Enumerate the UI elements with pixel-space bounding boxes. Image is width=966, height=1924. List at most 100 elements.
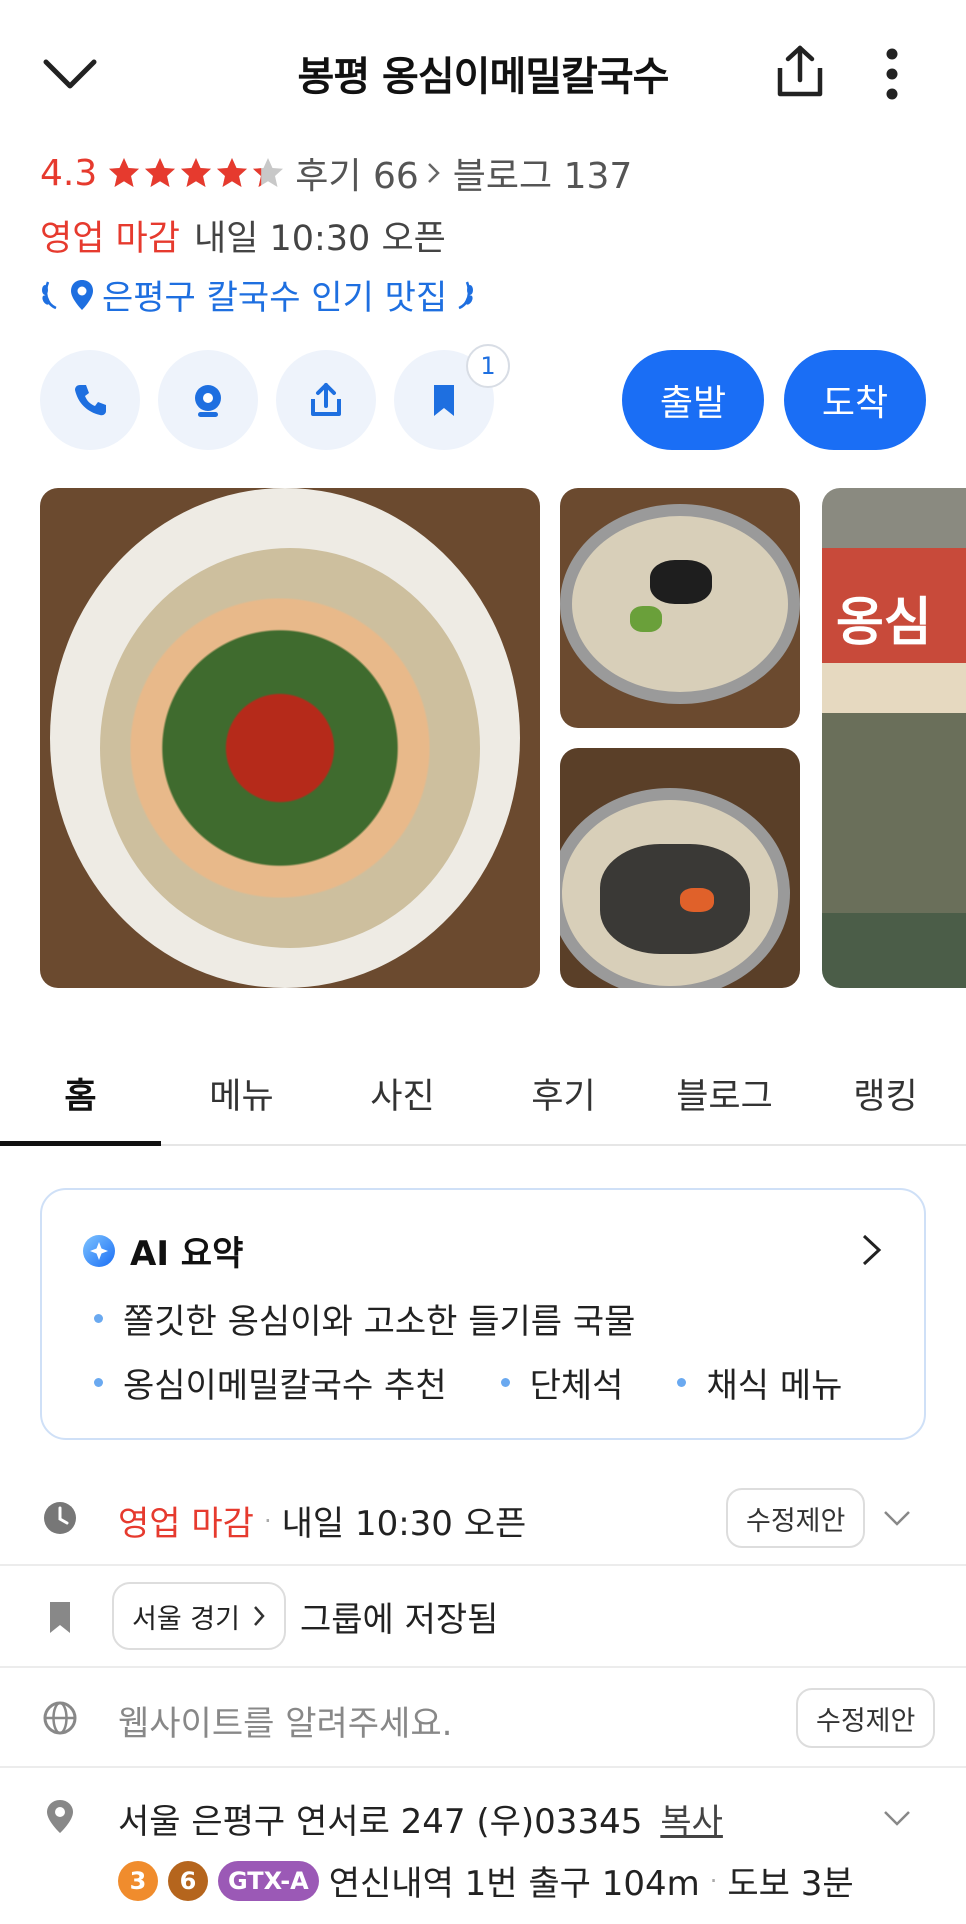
suggest-edit-button[interactable]: 수정제안 [726, 1488, 866, 1548]
ai-sparkle-icon [83, 1234, 115, 1267]
copy-address-link[interactable]: 복사 [660, 1794, 723, 1843]
group-saved-text: 그룹에 저장됨 [299, 1599, 499, 1640]
chevron-right-icon [427, 163, 440, 183]
star-icon [253, 158, 284, 187]
blog-link[interactable]: 블로그 137 [453, 147, 633, 199]
address-line: 서울 은평구 연서로 247 (우)03345 복사 [118, 1794, 723, 1843]
share-icon[interactable] [770, 42, 830, 102]
share-place-button[interactable] [276, 350, 376, 450]
hours-status: 영업 마감 [118, 1504, 254, 1544]
address-row[interactable]: 서울 은평구 연서로 247 (우)03345 복사 3 6 GTX-A 연신내… [0, 1768, 966, 1924]
seaweed-topping [600, 844, 750, 954]
transit-line: 3 6 GTX-A 연신내역 1번 출구 104m · 도보 3분 [118, 1856, 854, 1905]
phone-icon [75, 385, 106, 416]
soup-bowl [560, 504, 800, 704]
bullet-dot [94, 1314, 103, 1323]
toppings-shape [130, 598, 430, 898]
ai-summary-card[interactable]: AI 요약 쫄깃한 옹심이와 고소한 들기름 국물 옹심이메밀칼국수 추천 단체… [40, 1188, 926, 1440]
hours-next: 내일 10:30 오픈 [281, 1504, 527, 1544]
group-chip-label: 서울 경기 [132, 1603, 240, 1635]
hours-detail: 영업 마감 · 내일 10:30 오픈 [118, 1496, 526, 1545]
chevron-down-icon[interactable] [882, 1808, 912, 1828]
more-vertical-icon[interactable] [872, 46, 912, 102]
bullet-dot [94, 1378, 103, 1387]
ai-bullets-line-1: 쫄깃한 옹심이와 고소한 들기름 국물 [94, 1294, 689, 1343]
bullet-dot [500, 1378, 510, 1387]
ai-bullet: 단체석 [500, 1358, 624, 1407]
separator-dot: · [263, 1506, 272, 1535]
saved-group-row: 서울 경기 그룹에 저장됨 [0, 1566, 966, 1668]
reviews-link[interactable]: 후기 66 [295, 147, 443, 199]
ai-bullet-text: 단체석 [529, 1366, 624, 1406]
store-sign-text: 옹심 [836, 593, 932, 653]
ai-bullet-text: 옹심이메밀칼국수 추천 [123, 1366, 447, 1406]
location-pin-icon [47, 1800, 73, 1833]
ai-bullet: 옹심이메밀칼국수 추천 [94, 1358, 447, 1407]
gtx-a-badge: GTX-A [218, 1860, 319, 1901]
walk-time-text: 도보 3분 [727, 1864, 854, 1904]
street-view-icon [195, 385, 221, 417]
hours-summary: 영업 마감 내일 10:30 오픈 [40, 210, 446, 261]
star-icon [181, 158, 212, 187]
website-row[interactable]: 웹사이트를 알려주세요. 수정제안 [0, 1668, 966, 1768]
tab-photos[interactable]: 사진 [322, 1040, 483, 1146]
streetview-button[interactable] [158, 350, 258, 450]
tab-menu[interactable]: 메뉴 [161, 1040, 322, 1146]
reviews-label: 후기 66 [295, 156, 419, 197]
award-text: 은평구 칼국수 인기 맛집 [102, 278, 448, 318]
star-icon [145, 158, 176, 187]
chevron-down-icon[interactable] [40, 48, 100, 98]
tab-home[interactable]: 홈 [0, 1040, 161, 1146]
rating-score: 4.3 [40, 152, 98, 194]
seaweed-topping [650, 560, 712, 604]
tab-reviews[interactable]: 후기 [483, 1040, 644, 1146]
arrive-button[interactable]: 도착 [784, 350, 926, 450]
top-bar: 봉평 옹심이메밀칼국수 [0, 0, 966, 140]
ai-bullets-line-2: 옹심이메밀칼국수 추천 단체석 채식 메뉴 [94, 1358, 896, 1407]
hours-row[interactable]: 영업 마감 · 내일 10:30 오픈 수정제안 [0, 1470, 966, 1566]
ai-bullet-text: 채식 메뉴 [706, 1366, 843, 1406]
call-button[interactable] [40, 350, 140, 450]
photo-gallery[interactable]: 옹심 [40, 488, 966, 988]
closed-status: 영업 마감 [40, 219, 180, 259]
ai-bullet-text: 쫄깃한 옹심이와 고소한 들기름 국물 [123, 1302, 636, 1342]
depart-button[interactable]: 출발 [622, 350, 764, 450]
ai-bullet: 채식 메뉴 [677, 1358, 842, 1407]
website-placeholder: 웹사이트를 알려주세요. [118, 1704, 453, 1744]
tab-blog[interactable]: 블로그 [644, 1040, 805, 1146]
tab-bar: 홈 메뉴 사진 후기 블로그 랭킹 [0, 1040, 966, 1146]
location-pin-icon [71, 279, 93, 310]
award-badge[interactable]: 은평구 칼국수 인기 맛집 [40, 270, 475, 319]
clock-icon [44, 1502, 76, 1534]
photo-storefront[interactable]: 옹심 [822, 488, 966, 988]
bookmark-icon [50, 1602, 70, 1633]
page-title: 봉평 옹심이메밀칼국수 [297, 54, 670, 100]
group-chip[interactable]: 서울 경기 [112, 1582, 286, 1650]
laurel-right-icon [458, 281, 474, 309]
globe-icon [43, 1701, 77, 1735]
star-icon [217, 158, 248, 187]
subway-line-3-badge: 3 [118, 1860, 158, 1901]
separator-dot: · [709, 1866, 718, 1895]
photo-bibimbap[interactable] [40, 488, 540, 988]
photo-soup-1[interactable] [560, 488, 800, 728]
saved-group-info: 서울 경기 그룹에 저장됨 [112, 1582, 498, 1650]
next-open: 내일 10:30 오픈 [193, 219, 446, 259]
tab-ranking[interactable]: 랭킹 [805, 1040, 966, 1146]
subway-line-6-badge: 6 [168, 1860, 208, 1901]
active-tab-indicator [0, 1141, 161, 1146]
photo-soup-2[interactable] [560, 748, 800, 988]
ai-bullet: 쫄깃한 옹심이와 고소한 들기름 국물 [94, 1294, 635, 1343]
chevron-right-icon [254, 1606, 265, 1626]
address-text: 서울 은평구 연서로 247 (우)03345 [118, 1802, 643, 1842]
cucumber-topping [630, 606, 662, 632]
laurel-left-icon [42, 281, 57, 309]
save-count-badge: 1 [466, 344, 510, 388]
chevron-down-icon[interactable] [882, 1508, 912, 1528]
ai-summary-header: AI 요약 [82, 1226, 243, 1275]
rating-row: 4.3 후기 66 블로그 137 [40, 148, 632, 198]
bookmark-icon [434, 385, 454, 416]
star-icon [109, 158, 140, 187]
suggest-edit-button[interactable]: 수정제안 [796, 1688, 936, 1748]
chevron-right-icon[interactable] [860, 1232, 884, 1268]
